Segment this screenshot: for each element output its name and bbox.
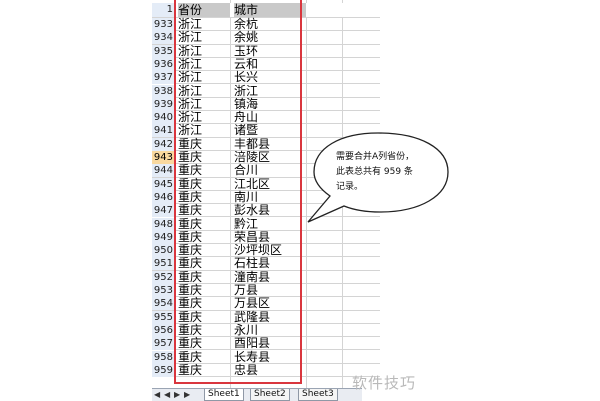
row-header[interactable]: 947 [152,204,176,218]
sheet-tab-bar: ◀ ◀ ▶ ▶ Sheet1 Sheet2 Sheet3 [152,388,362,401]
tab-sheet1[interactable]: Sheet1 [204,389,244,401]
row-header[interactable]: 945 [152,177,176,191]
row-header[interactable]: 935 [152,44,176,58]
tab-sheet2[interactable]: Sheet2 [250,389,290,401]
watermark-text: 软件技巧 [352,374,417,392]
row-header[interactable]: 957 [152,337,176,351]
last-sheet-nav-icon[interactable]: ▶ [184,390,190,400]
row-header[interactable]: 941 [152,124,176,138]
row-header[interactable]: 934 [152,31,176,45]
next-sheet-nav-icon[interactable]: ▶ [174,390,180,400]
row-header[interactable]: 950 [152,244,176,258]
callout-line-1: 需要合并A列省份， [336,152,415,162]
row-header[interactable]: 959 [152,363,176,377]
tab-sheet3[interactable]: Sheet3 [298,389,338,401]
row-header[interactable]: 948 [152,217,176,231]
row-header[interactable]: 956 [152,323,176,337]
row-header[interactable]: 944 [152,164,176,178]
row-header[interactable]: 958 [152,350,176,364]
row-header[interactable]: 939 [152,97,176,111]
row-header[interactable]: 953 [152,284,176,297]
callout-text: 需要合并A列省份， 此表总共有 959 条 记录。 [336,150,446,195]
first-sheet-nav-icon[interactable]: ◀ [154,390,160,400]
prev-sheet-nav-icon[interactable]: ◀ [164,390,170,400]
row-header[interactable]: 938 [152,84,176,98]
row-header[interactable]: 949 [152,230,176,244]
row-header[interactable]: 955 [152,310,176,324]
row-header[interactable]: 942 [152,137,176,151]
row-header[interactable]: 946 [152,190,176,204]
row-header[interactable]: 937 [152,71,176,85]
callout-line-2: 此表总共有 959 条 [336,167,413,177]
row-header[interactable]: 940 [152,111,176,125]
callout-line-3: 记录。 [336,182,364,192]
row-header[interactable]: 951 [152,257,176,271]
row-header[interactable]: 954 [152,297,176,311]
row-header[interactable]: 936 [152,57,176,71]
row-header[interactable]: 952 [152,270,176,284]
row-header[interactable]: 933 [152,18,176,31]
row-header[interactable]: 943 [152,151,176,164]
row-header[interactable]: 1 [152,3,176,17]
annotation-highlight-box [174,0,302,384]
